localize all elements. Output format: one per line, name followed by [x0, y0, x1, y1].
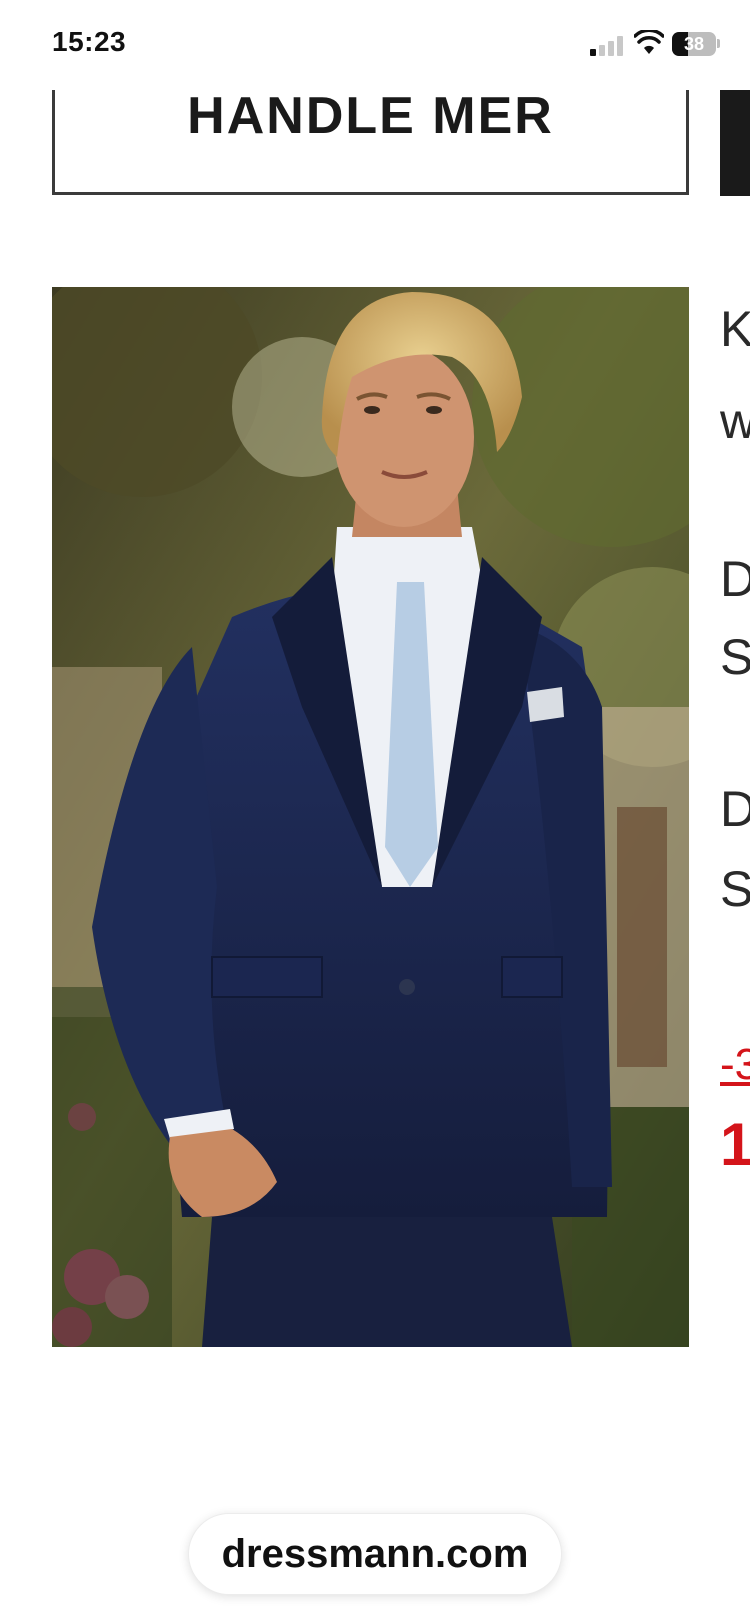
address-bar[interactable]: dressmann.com [188, 1513, 562, 1595]
next-card-button-edge[interactable] [720, 88, 750, 196]
next-product-detail-line-4: S [720, 861, 750, 917]
status-bar: 15:23 38 [0, 0, 750, 90]
status-time: 15:23 [52, 26, 127, 57]
cellular-signal-icon [590, 34, 624, 56]
wifi-icon [634, 30, 664, 54]
shop-more-label: HANDLE MER [187, 87, 554, 145]
battery-icon: 38 [672, 32, 716, 56]
battery-tip [717, 39, 720, 48]
sale-price: 1 [720, 1111, 750, 1178]
url-text: dressmann.com [221, 1531, 529, 1576]
next-product-title-line-2: w [720, 393, 750, 449]
next-product-detail-line-2: S [720, 629, 750, 685]
product-photo [52, 287, 689, 1347]
next-product-detail-line-3: D [720, 781, 750, 837]
product-image[interactable] [52, 287, 689, 1347]
discount-label: -3 [720, 1040, 750, 1089]
battery-level: 38 [683, 34, 705, 54]
page: 15:23 38 HANDLE MER K w D S D S -3 1 dre… [0, 0, 750, 1624]
next-product-title-line-1: K [720, 301, 750, 357]
next-product-detail-line-1: D [720, 551, 750, 607]
